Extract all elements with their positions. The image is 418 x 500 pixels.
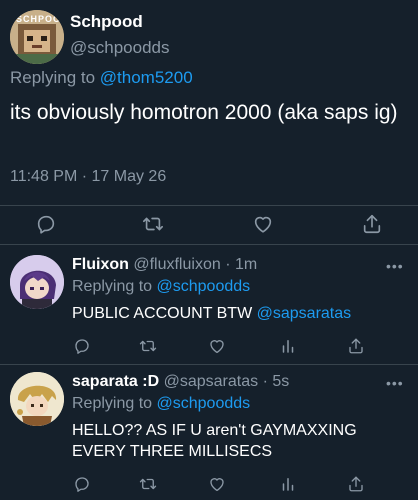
tweet-timestamp[interactable]: 11:48 PM · 17 May 26 [10, 168, 166, 186]
share-button[interactable] [344, 472, 368, 496]
replying-prefix: Replying to [10, 68, 96, 87]
share-button[interactable] [344, 334, 368, 358]
reply-icon [75, 339, 89, 354]
retweet-icon [139, 478, 157, 490]
more-icon[interactable]: ••• [386, 258, 404, 274]
reply-icon [75, 477, 89, 492]
reply-button[interactable] [70, 334, 94, 358]
share-icon [363, 214, 381, 234]
like-icon [210, 340, 224, 354]
reply-button[interactable] [32, 210, 60, 238]
analytics-icon [282, 340, 294, 353]
display-name[interactable]: Schpood [70, 12, 143, 32]
avatar-image [10, 372, 64, 426]
share-button[interactable] [358, 210, 386, 238]
reply-time[interactable]: · 5s [263, 373, 290, 390]
analytics-button[interactable] [276, 334, 300, 358]
retweet-button[interactable] [136, 334, 160, 358]
divider [0, 364, 418, 365]
replying-prefix: Replying to [72, 395, 153, 412]
avatar[interactable]: SCHPOO [10, 10, 64, 64]
like-icon [254, 216, 272, 233]
replying-prefix: Replying to [72, 278, 153, 295]
retweet-icon [143, 217, 163, 231]
like-icon [210, 478, 224, 492]
analytics-button[interactable] [276, 472, 300, 496]
retweet-icon [139, 340, 157, 352]
share-icon [349, 476, 363, 492]
retweet-button[interactable] [139, 210, 167, 238]
avatar[interactable] [10, 372, 64, 426]
replying-to-link[interactable]: @schpoodds [157, 395, 251, 412]
like-button[interactable] [205, 472, 229, 496]
reply-text-body: PUBLIC ACCOUNT BTW [72, 305, 257, 322]
handle[interactable]: @sapsaratas [164, 373, 259, 390]
replying-to: Replying to @thom5200 [10, 68, 193, 88]
reply-time[interactable]: · 1m [225, 256, 257, 273]
reply-text: HELLO?? AS IF U aren't GAYMAXXING EVERY … [72, 422, 357, 460]
reply-header: Fluixon @fluxfluixon · 1m [72, 256, 257, 274]
display-name[interactable]: saparata :D [72, 373, 159, 390]
reply-header: saparata :D @sapsaratas · 5s [72, 373, 289, 391]
avatar[interactable] [10, 255, 64, 309]
divider [0, 244, 418, 245]
handle[interactable]: @fluxfluixon [133, 256, 220, 273]
reply-button[interactable] [70, 472, 94, 496]
like-button[interactable] [249, 210, 277, 238]
replying-to: Replying to @schpoodds [72, 395, 250, 413]
mention-link[interactable]: @sapsaratas [257, 305, 352, 322]
reply-text: PUBLIC ACCOUNT BTW @sapsaratas [72, 303, 412, 324]
replying-to-link[interactable]: @thom5200 [100, 68, 193, 87]
avatar-image [10, 255, 64, 309]
handle[interactable]: @schpoodds [70, 38, 170, 58]
like-button[interactable] [205, 334, 229, 358]
avatar-text: SCHPOO [16, 14, 62, 24]
share-icon [349, 338, 363, 354]
display-name[interactable]: Fluixon [72, 256, 129, 273]
tweet-text: its obviously homotron 2000 (aka saps ig… [10, 101, 398, 124]
more-icon[interactable]: ••• [386, 375, 404, 391]
divider [0, 205, 418, 206]
retweet-button[interactable] [136, 472, 160, 496]
replying-to: Replying to @schpoodds [72, 278, 250, 296]
replying-to-link[interactable]: @schpoodds [157, 278, 251, 295]
analytics-icon [282, 478, 294, 491]
reply-icon [37, 215, 55, 234]
